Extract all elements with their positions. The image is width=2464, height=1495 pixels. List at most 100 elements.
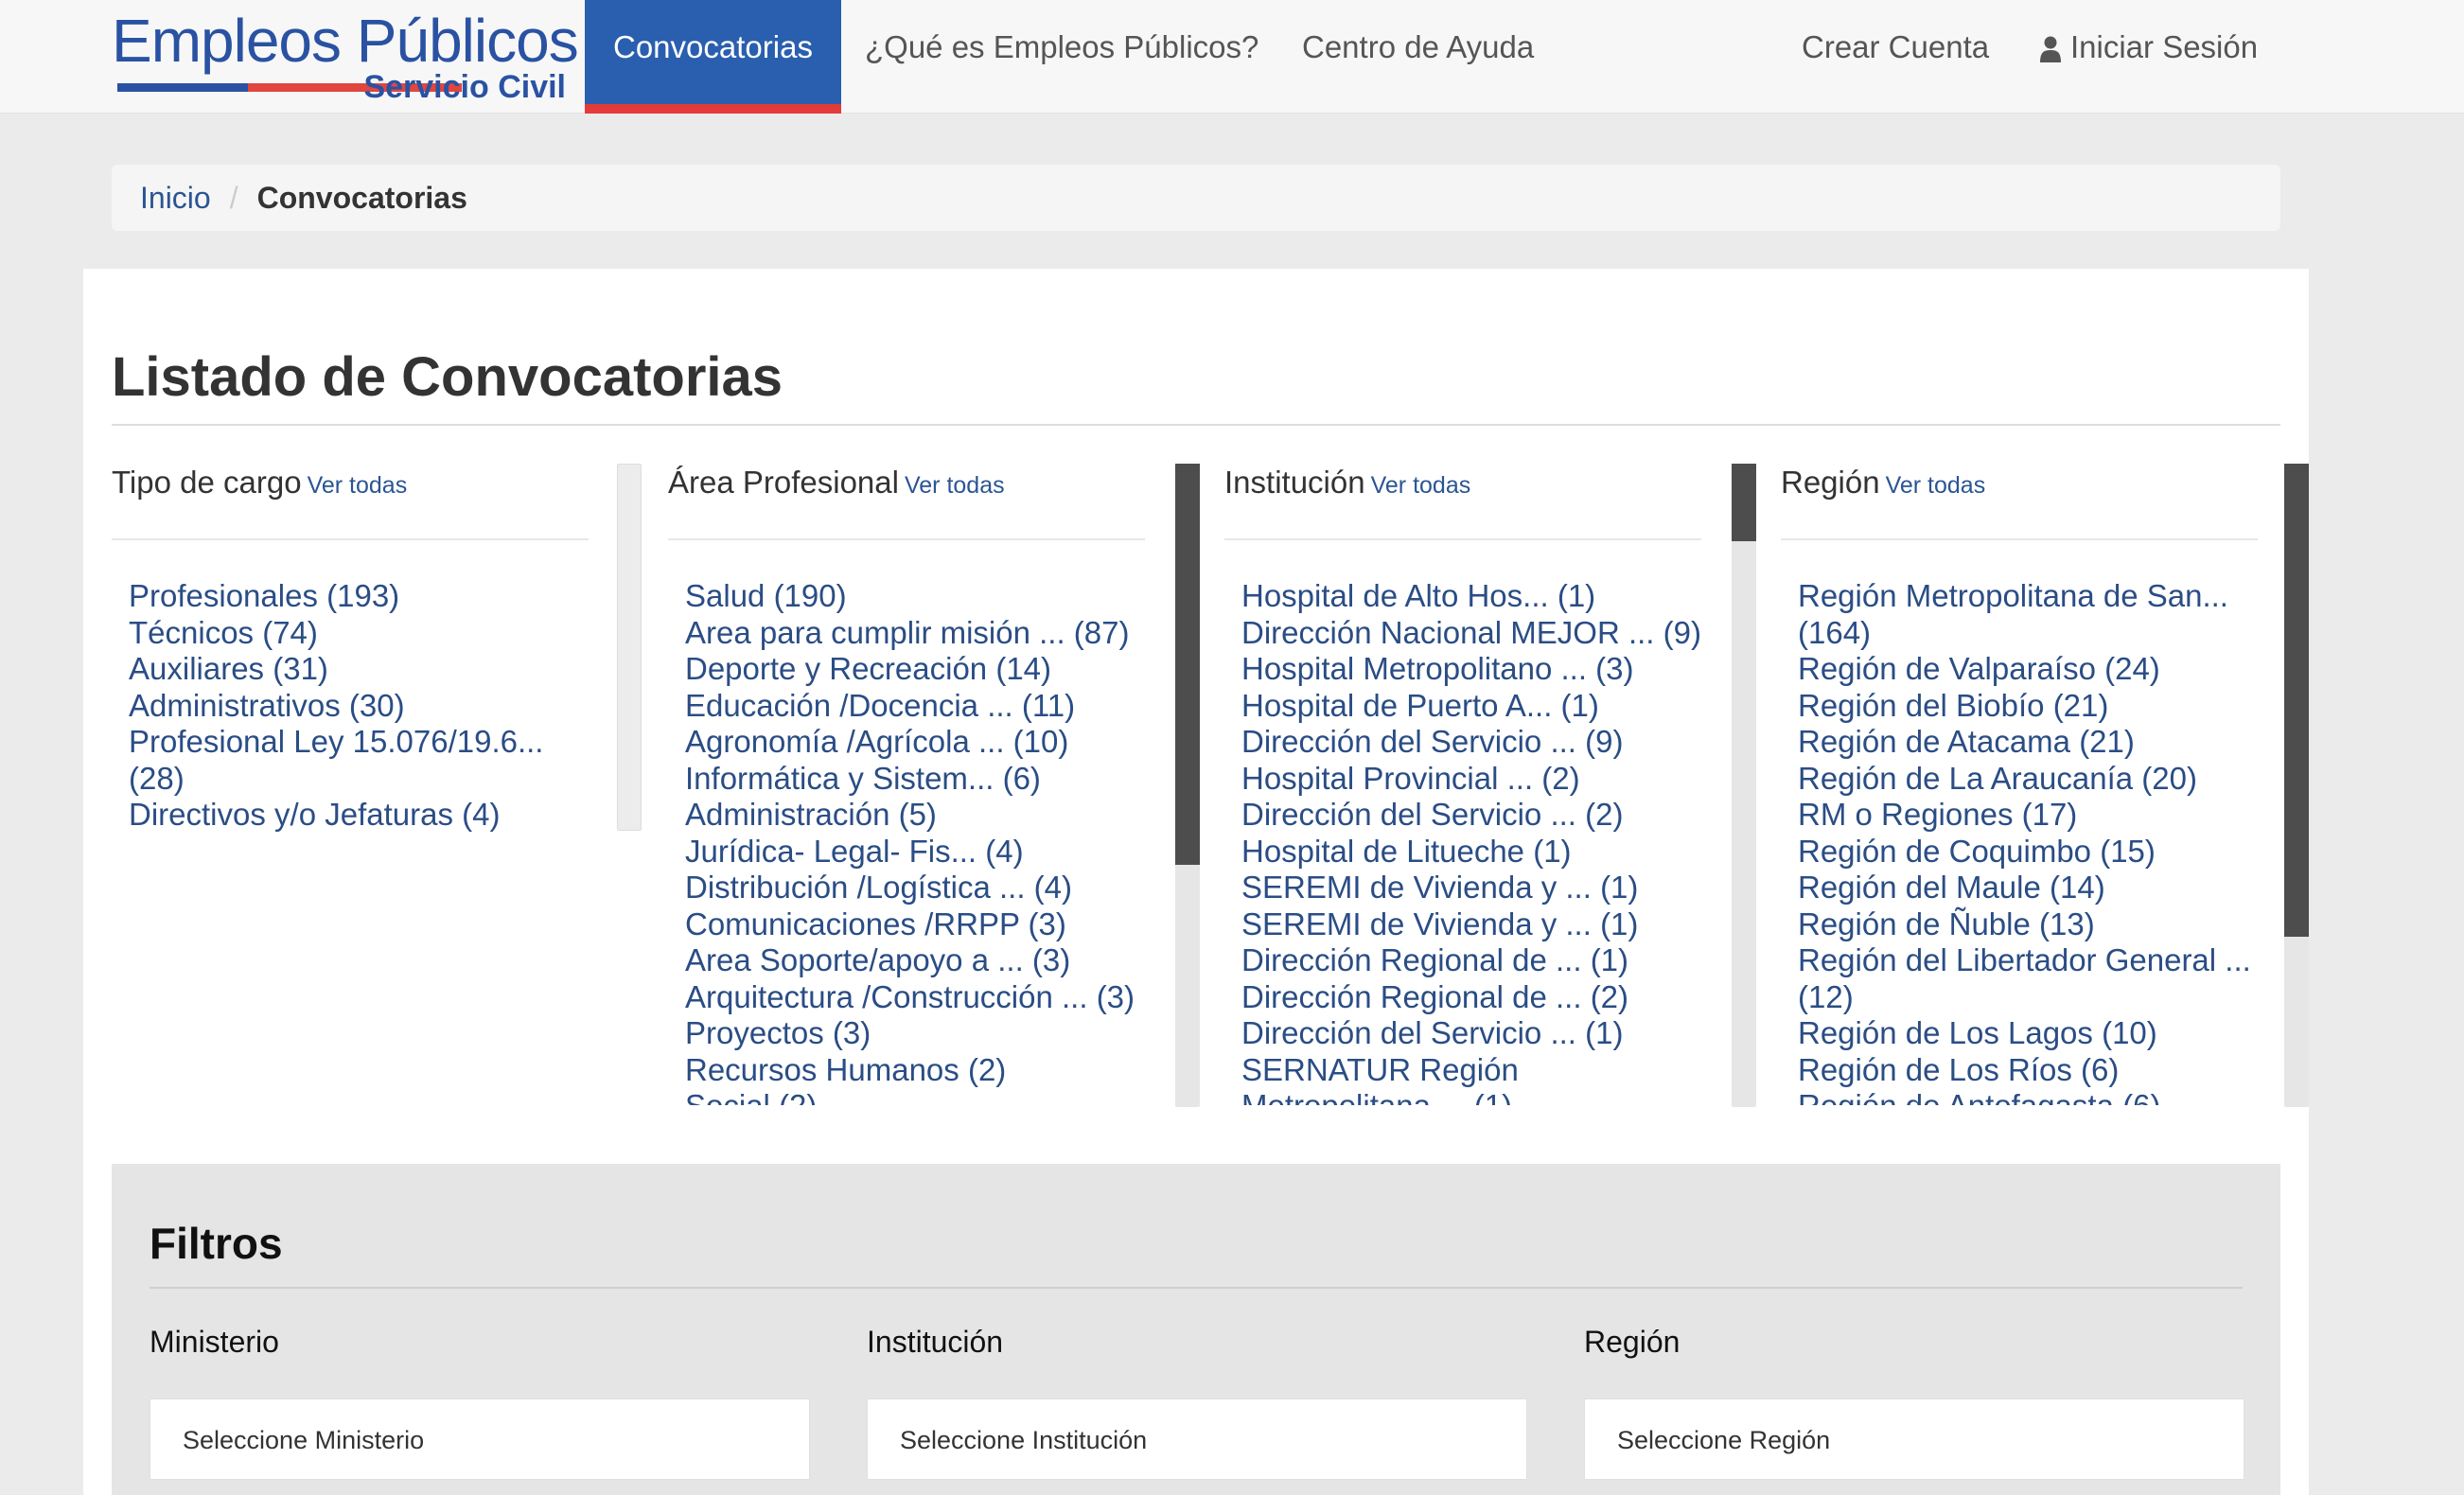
empleos-publicos-logo[interactable]: Empleos Públicos Servicio Civil (112, 8, 579, 110)
facet-tipo-scrollbar[interactable] (617, 464, 642, 831)
facet-item[interactable]: Región de Coquimbo (15) (1781, 834, 2258, 871)
facet-item[interactable]: Dirección Regional de ... (1) (1224, 942, 1701, 979)
facet-item[interactable]: Región de Atacama (21) (1781, 724, 2258, 761)
user-icon (2040, 36, 2061, 63)
facet-item[interactable]: Dirección del Servicio ... (1) (1224, 1015, 1701, 1052)
facet-area-profesional: Área Profesional Ver todas Salud (190) Are… (668, 460, 1145, 1105)
facet-item[interactable]: Deporte y Recreación (14) (668, 651, 1145, 688)
facet-divider (112, 538, 589, 540)
facet-divider (1224, 538, 1701, 540)
filter-region-label: Región (1584, 1325, 1681, 1359)
facet-tipo-ver-todas[interactable]: Ver todas (308, 472, 408, 499)
facet-item[interactable]: Región del Libertador General ... (12) (1781, 942, 2258, 1015)
facet-item[interactable]: Región de Ñuble (13) (1781, 906, 2258, 943)
logo-title: Empleos Públicos (112, 7, 579, 75)
facet-item[interactable]: Hospital de Puerto A... (1) (1224, 688, 1701, 725)
nav-iniciar-sesion[interactable]: Iniciar Sesión (2040, 0, 2258, 112)
facet-item[interactable]: Técnicos (74) (112, 615, 589, 652)
facet-item[interactable]: Proyectos (3) (668, 1015, 1145, 1052)
facet-item[interactable]: Agronomía /Agrícola ... (10) (668, 724, 1145, 761)
facet-item[interactable]: Comunicaciones /RRPP (3) (668, 906, 1145, 943)
facet-item[interactable]: Educación /Docencia ... (11) (668, 688, 1145, 725)
facet-item[interactable]: Arquitectura /Construcción ... (3) (668, 979, 1145, 1016)
facet-item[interactable]: Región Metropolitana de San... (164) (1781, 578, 2258, 651)
facet-item[interactable]: Profesional Ley 15.076/19.6... (28) (112, 724, 589, 797)
facet-item[interactable]: Región del Maule (14) (1781, 870, 2258, 906)
breadcrumb: Inicio / Convocatorias (112, 165, 2280, 231)
facet-institucion-title: Institución (1224, 465, 1365, 500)
facet-item[interactable]: Dirección del Servicio ... (2) (1224, 797, 1701, 834)
filters-panel: Filtros Ministerio Institución Región Se… (112, 1164, 2280, 1495)
facet-item[interactable]: Auxiliares (31) (112, 651, 589, 688)
facet-institucion: Institución Ver todas Hospital de Alto Ho… (1224, 460, 1701, 1105)
title-divider (112, 424, 2280, 426)
facet-area-scrollbar[interactable] (1175, 464, 1200, 1107)
institucion-select[interactable]: Seleccione Institución (867, 1398, 1527, 1480)
facet-region-title: Región (1781, 465, 1880, 500)
facet-item[interactable]: SERNATUR Región Metropolitana ... (1) (1224, 1052, 1701, 1106)
facet-item[interactable]: Hospital Metropolitano ... (3) (1224, 651, 1701, 688)
facet-region-scrollbar[interactable] (2284, 464, 2309, 1107)
facet-item[interactable]: Región de Valparaíso (24) (1781, 651, 2258, 688)
facet-tipo-list: Profesionales (193) Técnicos (74) Auxiliar… (112, 578, 589, 834)
facet-item[interactable]: Dirección Regional de ... (2) (1224, 979, 1701, 1016)
facet-item[interactable]: Dirección Nacional MEJOR ... (9) (1224, 615, 1701, 652)
facet-item[interactable]: SEREMI de Vivienda y ... (1) (1224, 906, 1701, 943)
facet-area-title: Área Profesional (668, 465, 899, 500)
facet-item[interactable]: Social (2) (668, 1088, 1145, 1105)
facet-item[interactable]: Región de Los Ríos (6) (1781, 1052, 2258, 1089)
scroll-thumb[interactable] (1732, 464, 1756, 541)
facet-item[interactable]: Hospital de Alto Hos... (1) (1224, 578, 1701, 615)
filter-institucion-label: Institución (867, 1325, 1004, 1359)
breadcrumb-inicio[interactable]: Inicio (140, 181, 211, 215)
breadcrumb-current: Convocatorias (256, 181, 467, 215)
facet-item[interactable]: Administrativos (30) (112, 688, 589, 725)
facet-item[interactable]: Dirección del Servicio ... (9) (1224, 724, 1701, 761)
page-title: Listado de Convocatorias (112, 346, 783, 408)
facet-institucion-scrollbar[interactable] (1732, 464, 1756, 1107)
facet-divider (668, 538, 1145, 540)
facet-area-list: Salud (190) Area para cumplir misión ... … (668, 578, 1145, 1105)
facet-region-ver-todas[interactable]: Ver todas (1886, 472, 1986, 499)
facet-area-ver-todas[interactable]: Ver todas (905, 472, 1005, 499)
facet-item[interactable]: Región de Antofagasta (6) (1781, 1088, 2258, 1105)
facet-item[interactable]: Area Soporte/apoyo a ... (3) (668, 942, 1145, 979)
facet-item[interactable]: Hospital Provincial ... (2) (1224, 761, 1701, 798)
facet-institucion-ver-todas[interactable]: Ver todas (1371, 472, 1471, 499)
facet-item[interactable]: Región del Biobío (21) (1781, 688, 2258, 725)
facet-item[interactable]: Región de Los Lagos (10) (1781, 1015, 2258, 1052)
facet-item[interactable]: Hospital de Litueche (1) (1224, 834, 1701, 871)
nav-que-es[interactable]: ¿Qué es Empleos Públicos? (865, 0, 1258, 112)
facet-item[interactable]: Informática y Sistem... (6) (668, 761, 1145, 798)
scroll-thumb[interactable] (2284, 464, 2309, 937)
logo-subtitle: Servicio Civil (363, 69, 566, 105)
facet-item[interactable]: Administración (5) (668, 797, 1145, 834)
filters-title: Filtros (150, 1219, 283, 1268)
scroll-thumb[interactable] (1175, 464, 1200, 865)
facet-item[interactable]: Salud (190) (668, 578, 1145, 615)
filter-ministerio-label: Ministerio (150, 1325, 279, 1359)
facet-item[interactable]: Directivos y/o Jefaturas (4) (112, 797, 589, 834)
facet-tipo-cargo: Tipo de cargo Ver todas Profesionales (19… (112, 460, 589, 914)
facet-item[interactable]: Distribución /Logística ... (4) (668, 870, 1145, 906)
facet-item[interactable]: Región de La Araucanía (20) (1781, 761, 2258, 798)
top-navbar: Empleos Públicos Servicio Civil Convocat… (0, 0, 2464, 114)
ministerio-select[interactable]: Seleccione Ministerio (150, 1398, 810, 1480)
facet-item[interactable]: Area para cumplir misión ... (87) (668, 615, 1145, 652)
filters-divider (150, 1287, 2243, 1289)
facet-item[interactable]: Profesionales (193) (112, 578, 589, 615)
breadcrumb-separator: / (229, 181, 238, 215)
facet-region-list: Región Metropolitana de San... (164) Regi… (1781, 578, 2258, 1105)
nav-crear-cuenta[interactable]: Crear Cuenta (1802, 0, 1989, 112)
facet-item[interactable]: SEREMI de Vivienda y ... (1) (1224, 870, 1701, 906)
facet-region: Región Ver todas Región Metropolitana de … (1781, 460, 2258, 1105)
region-select[interactable]: Seleccione Región (1584, 1398, 2244, 1480)
facet-item[interactable]: RM o Regiones (17) (1781, 797, 2258, 834)
facet-item[interactable]: Jurídica- Legal- Fis... (4) (668, 834, 1145, 871)
nav-centro-ayuda[interactable]: Centro de Ayuda (1302, 0, 1534, 112)
facet-item[interactable]: Recursos Humanos (2) (668, 1052, 1145, 1089)
nav-convocatorias[interactable]: Convocatorias (585, 0, 841, 114)
facet-institucion-list: Hospital de Alto Hos... (1) Dirección Nac… (1224, 578, 1701, 1105)
facet-tipo-title: Tipo de cargo (112, 465, 302, 500)
facet-divider (1781, 538, 2258, 540)
